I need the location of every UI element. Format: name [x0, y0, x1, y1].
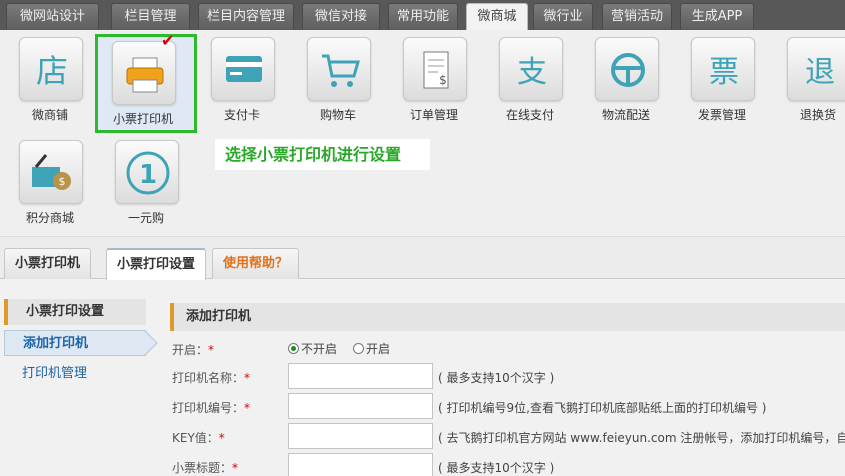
printer-number-input[interactable] — [288, 393, 433, 419]
receipt-title-row: 小票标题：* ( 最多支持10个汉字 ) — [170, 453, 845, 476]
feature-label: 小票打印机 — [112, 112, 173, 126]
shop-icon: 店 — [19, 37, 83, 101]
feature-icon-panel: 店 微商铺 ✔ 小票打印机 支付卡 购物车 $ 订单管理 支 在线支付 物流配送… — [0, 30, 845, 237]
sub-tabs: 小票打印机 小票打印设置 使用帮助？ — [0, 237, 845, 280]
feature-one-yuan[interactable]: 1 一元购 — [98, 133, 194, 233]
feature-online-payment[interactable]: 支 在线支付 — [482, 30, 578, 130]
key-label: KEY值：* — [172, 431, 225, 445]
printer-name-label: 打印机名称：* — [172, 371, 251, 385]
steering-wheel-icon — [595, 37, 659, 101]
payment-card-icon — [211, 37, 275, 101]
radio-disable[interactable]: 不开启 — [288, 340, 337, 357]
feature-shopping-cart[interactable]: 购物车 — [290, 30, 386, 130]
online-payment-icon: 支 — [499, 37, 563, 101]
receipt-title-input[interactable] — [288, 453, 433, 476]
feature-label: 订单管理 — [409, 108, 458, 122]
feature-label: 积分商城 — [25, 211, 74, 225]
receipt-title-hint: ( 最多支持10个汉字 ) — [438, 461, 555, 475]
key-input[interactable] — [288, 423, 433, 449]
tab-column-content[interactable]: 栏目内容管理 — [198, 3, 294, 30]
feature-order-manage[interactable]: $ 订单管理 — [386, 30, 482, 130]
feature-label: 购物车 — [319, 108, 356, 122]
enable-row: 开启：* 不开启 开启 — [170, 335, 845, 363]
svg-text:$: $ — [59, 175, 66, 188]
feature-label: 在线支付 — [505, 108, 554, 122]
printer-name-hint: ( 最多支持10个汉字 ) — [438, 371, 555, 385]
top-navigation: 微网站设计 栏目管理 栏目内容管理 微信对接 常用功能 微商城 微行业 营销活动… — [0, 0, 845, 30]
sidebar-heading: 小票打印设置 — [4, 299, 146, 325]
order-document-icon: $ — [403, 37, 467, 101]
feature-receipt-printer[interactable]: ✔ 小票打印机 — [95, 31, 197, 133]
svg-text:退: 退 — [805, 55, 835, 90]
return-icon: 退 — [787, 37, 845, 101]
svg-text:店: 店 — [36, 52, 68, 90]
feature-return[interactable]: 退 退换货 — [770, 30, 845, 130]
tab-generate-app[interactable]: 生成APP — [680, 3, 754, 30]
feature-label: 支付卡 — [223, 108, 260, 122]
tab-common[interactable]: 常用功能 — [388, 3, 458, 30]
radio-enable[interactable]: 开启 — [353, 340, 390, 357]
printer-name-row: 打印机名称：* ( 最多支持10个汉字 ) — [170, 363, 845, 391]
tab-site-design[interactable]: 微网站设计 — [6, 3, 99, 30]
tab-column-manage[interactable]: 栏目管理 — [111, 3, 190, 30]
svg-text:支: 支 — [517, 55, 547, 90]
feature-points-mall[interactable]: $ 积分商城 — [2, 133, 98, 233]
shopping-cart-icon — [307, 37, 371, 101]
printer-number-hint: ( 打印机编号9位,查看飞鹅打印机底部贴纸上面的打印机编号 ) — [438, 401, 767, 415]
radio-dot — [288, 343, 299, 354]
sidebar-item-add-printer[interactable]: 添加打印机 — [4, 330, 146, 356]
form-heading: 添加打印机 — [170, 303, 845, 331]
sidebar-item-printer-manage[interactable]: 打印机管理 — [4, 361, 146, 387]
svg-text:1: 1 — [139, 160, 157, 190]
tab-micro-mall[interactable]: 微商城 — [466, 3, 528, 30]
key-hint: ( 去飞鹅打印机官方网站 www.feieyun.com 注册帐号，添加打印机编… — [438, 431, 845, 445]
receipt-title-label: 小票标题：* — [172, 461, 239, 475]
feature-label: 退换货 — [799, 108, 836, 122]
content-area: 小票打印设置 添加打印机 打印机管理 添加打印机 开启：* 不开启 开启 打印机… — [0, 280, 845, 476]
subtab-printer[interactable]: 小票打印机 — [4, 248, 92, 279]
feature-label: 一元购 — [127, 211, 164, 225]
feature-label: 发票管理 — [697, 108, 746, 122]
subtab-print-settings[interactable]: 小票打印设置 — [106, 248, 207, 280]
printer-name-input[interactable] — [288, 363, 433, 389]
tab-micro-industry[interactable]: 微行业 — [533, 3, 593, 30]
key-row: KEY值：* ( 去飞鹅打印机官方网站 www.feieyun.com 注册帐号… — [170, 423, 845, 451]
points-basket-icon: $ — [19, 140, 83, 204]
feature-label: 物流配送 — [601, 108, 650, 122]
feature-label: 微商铺 — [31, 108, 68, 122]
subtab-help[interactable]: 使用帮助？ — [212, 248, 300, 279]
enable-label: 开启：* — [172, 343, 215, 357]
feature-invoice[interactable]: 票 发票管理 — [674, 30, 770, 130]
feature-payment-card[interactable]: 支付卡 — [194, 30, 290, 130]
radio-dot — [353, 343, 364, 354]
tab-marketing[interactable]: 营销活动 — [602, 3, 672, 30]
one-yuan-icon: 1 — [115, 140, 179, 204]
add-printer-form: 添加打印机 开启：* 不开启 开启 打印机名称：* ( 最多支持10个汉字 ) … — [170, 303, 845, 476]
svg-text:票: 票 — [709, 55, 739, 90]
instruction-callout: 选择小票打印机进行设置 — [215, 139, 430, 170]
feature-shop[interactable]: 店 微商铺 — [2, 30, 98, 130]
printer-number-label: 打印机编号：* — [172, 401, 251, 415]
svg-text:$: $ — [439, 73, 447, 87]
receipt-printer-icon — [112, 41, 176, 105]
tab-wechat[interactable]: 微信对接 — [302, 3, 380, 30]
invoice-icon: 票 — [691, 37, 755, 101]
check-icon: ✔ — [161, 31, 175, 50]
feature-logistics[interactable]: 物流配送 — [578, 30, 674, 130]
printer-number-row: 打印机编号：* ( 打印机编号9位,查看飞鹅打印机底部贴纸上面的打印机编号 ) — [170, 393, 845, 421]
